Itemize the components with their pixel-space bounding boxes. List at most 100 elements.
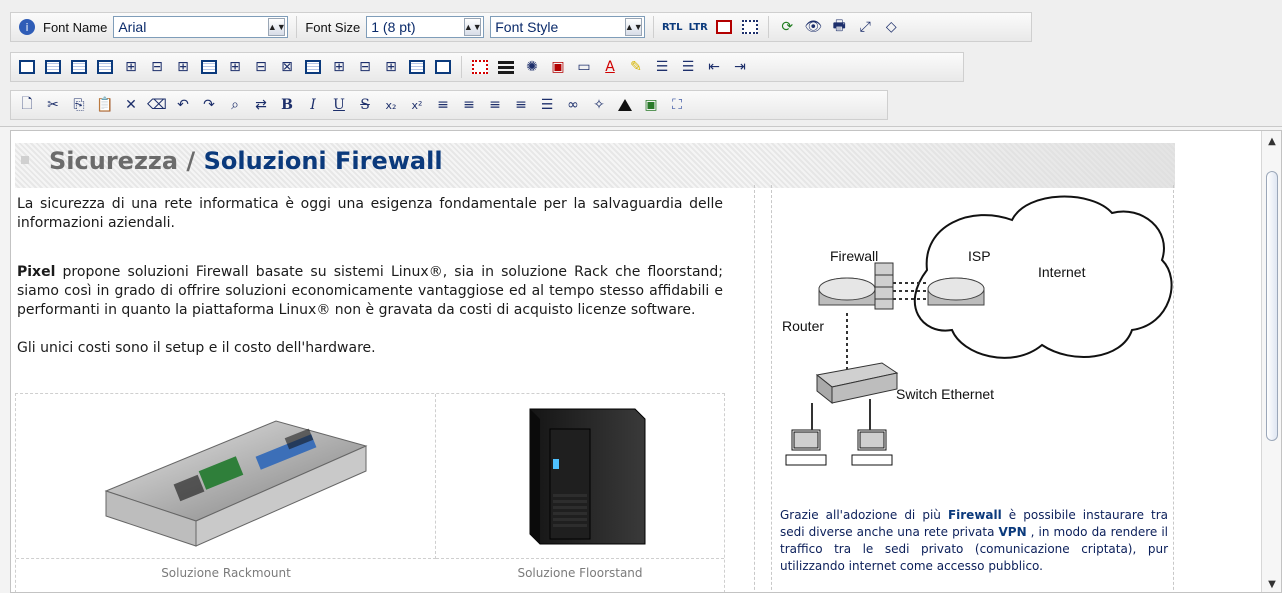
label-switch: Switch Ethernet	[896, 386, 994, 402]
wysiwyg-editor[interactable]: Sicurezza / Soluzioni Firewall La sicure…	[10, 130, 1282, 593]
bold-icon[interactable]: B	[277, 95, 297, 115]
unlink-icon[interactable]: ✧	[589, 95, 609, 115]
paragraph-3: Gli unici costi sono il setup e il costo…	[17, 340, 376, 356]
paste-icon[interactable]: 📋	[95, 95, 115, 115]
italic-icon[interactable]: I	[303, 95, 323, 115]
redo-icon[interactable]: ↷	[199, 95, 219, 115]
split-cell-icon[interactable]: ⊞	[329, 57, 349, 77]
ltr-icon[interactable]: LTR	[688, 17, 708, 37]
copy-icon[interactable]: ⎘	[69, 95, 89, 115]
title-marker	[21, 156, 29, 164]
cell-properties-icon[interactable]	[95, 57, 115, 77]
sidebar-text-1: Grazie all'adozione di più	[780, 508, 948, 522]
ordered-list-icon[interactable]: ☰	[678, 57, 698, 77]
table-properties-icon[interactable]	[69, 57, 89, 77]
insert-row-below-icon[interactable]: ⊟	[147, 57, 167, 77]
cut-icon[interactable]: ✂	[43, 95, 63, 115]
highlight-icon[interactable]: ✎	[626, 57, 646, 77]
merge-cells-icon[interactable]: ⊟	[355, 57, 375, 77]
align-center-icon[interactable]: ≡	[459, 95, 479, 115]
refresh-icon[interactable]: ⟳	[777, 17, 797, 37]
select-all-icon[interactable]	[740, 17, 760, 37]
dotted-border-icon[interactable]	[470, 57, 490, 77]
insert-table-icon[interactable]	[17, 57, 37, 77]
toggle-borders-icon[interactable]	[407, 57, 427, 77]
table-borders-icon[interactable]: ⊞	[381, 57, 401, 77]
paragraph-1: La sicurezza di una rete informatica è o…	[17, 196, 723, 231]
align-right-icon[interactable]: ≡	[485, 95, 505, 115]
delete-column-icon[interactable]: ⊠	[277, 57, 297, 77]
horizontal-rule-icon[interactable]	[496, 57, 516, 77]
dotted-border-icon[interactable]	[433, 57, 453, 77]
link-icon[interactable]: ∞	[563, 95, 583, 115]
insert-date-icon[interactable]: ▣	[548, 57, 568, 77]
replace-icon[interactable]: ⇄	[251, 95, 271, 115]
anchor-icon[interactable]	[615, 95, 635, 115]
floorstand-caption: Soluzione Floorstand	[517, 566, 643, 580]
print-icon[interactable]: 🖶	[829, 17, 849, 37]
delete-icon[interactable]: ✕	[121, 95, 141, 115]
insert-column-before-icon[interactable]: ⊞	[225, 57, 245, 77]
insert-image-icon[interactable]: ✺	[522, 57, 542, 77]
unordered-list-icon[interactable]: ☰	[652, 57, 672, 77]
fullscreen-icon[interactable]: ⤢	[855, 17, 875, 37]
source-code-icon[interactable]: ◇	[881, 17, 901, 37]
rtl-icon[interactable]: RTL	[662, 17, 682, 37]
insert-form-icon[interactable]: ▭	[574, 57, 594, 77]
scroll-down-icon[interactable]: ▼	[1264, 576, 1280, 592]
scroll-up-icon[interactable]: ▲	[1264, 133, 1280, 149]
new-document-icon[interactable]: 🗋	[17, 95, 37, 115]
strikethrough-icon[interactable]: S	[355, 95, 375, 115]
indent-icon[interactable]: ⇥	[730, 57, 750, 77]
scroll-thumb[interactable]	[1266, 171, 1278, 441]
toolbar-row-1: i Font Name Arial ▲▼ Font Size 1 (8 pt) …	[10, 12, 1032, 42]
underline-icon[interactable]: U	[329, 95, 349, 115]
info-icon[interactable]: i	[17, 17, 37, 37]
insert-row-above-icon[interactable]: ⊞	[121, 57, 141, 77]
justify-icon[interactable]: ≡	[511, 95, 531, 115]
eraser-icon[interactable]: ⌫	[147, 95, 167, 115]
rackmount-cell	[16, 394, 436, 559]
outdent-icon[interactable]: ⇤	[704, 57, 724, 77]
superscript-icon[interactable]: x²	[407, 95, 427, 115]
table-header-icon[interactable]	[303, 57, 323, 77]
label-firewall: Firewall	[830, 248, 878, 264]
font-size-select[interactable]: 1 (8 pt) ▲▼	[366, 16, 485, 38]
isp-router-top-icon	[927, 277, 985, 301]
chevron-down-icon[interactable]: ▲▼	[625, 18, 643, 36]
font-name-value: Arial	[118, 19, 147, 35]
table-grid-icon[interactable]	[43, 57, 63, 77]
font-style-value: Font Style	[495, 19, 559, 35]
find-icon[interactable]: ⌕	[225, 95, 245, 115]
chevron-down-icon[interactable]: ▲▼	[464, 18, 482, 36]
chevron-down-icon[interactable]: ▲▼	[268, 18, 286, 36]
router-top-icon	[818, 277, 876, 301]
align-left-icon[interactable]: ≡	[433, 95, 453, 115]
toolbar-row-2: ⊞ ⊟ ⊞ ⊞ ⊟ ⊠ ⊞ ⊟ ⊞ ✺ ▣ ▭ A ✎ ☰ ☰ ⇤ ⇥	[10, 52, 964, 82]
font-style-select[interactable]: Font Style ▲▼	[490, 16, 646, 38]
label-internet: Internet	[1038, 264, 1086, 280]
vertical-scrollbar[interactable]: ▲ ▼	[1261, 131, 1281, 592]
sidebar-bold-vpn: VPN	[998, 525, 1027, 539]
merge-rows-icon[interactable]	[199, 57, 219, 77]
justify-full-icon[interactable]: ☰	[537, 95, 557, 115]
page-properties-icon[interactable]	[714, 17, 734, 37]
insert-media-icon[interactable]: ⛶	[667, 95, 687, 115]
page-title-blue: Soluzioni Firewall	[203, 147, 443, 175]
separator	[653, 16, 655, 38]
insert-picture-icon[interactable]: ▣	[641, 95, 661, 115]
separator	[461, 56, 462, 78]
paragraph-2-text: propone soluzioni Firewall basate su sis…	[17, 264, 723, 318]
insert-column-after-icon[interactable]: ⊟	[251, 57, 271, 77]
font-color-icon[interactable]: A	[600, 57, 620, 77]
network-diagram: Firewall ISP Internet Router Switch Ethe…	[782, 195, 1173, 466]
subscript-icon[interactable]: x₂	[381, 95, 401, 115]
floorstand-cell	[436, 394, 724, 559]
font-name-select[interactable]: Arial ▲▼	[113, 16, 289, 38]
main-column: La sicurezza di una rete informatica è o…	[15, 185, 755, 592]
firewall-brick-icon	[874, 262, 894, 310]
insert-row-after-icon[interactable]: ⊞	[173, 57, 193, 77]
label-isp: ISP	[968, 248, 991, 264]
preview-icon[interactable]: 👁	[803, 17, 823, 37]
undo-icon[interactable]: ↶	[173, 95, 193, 115]
